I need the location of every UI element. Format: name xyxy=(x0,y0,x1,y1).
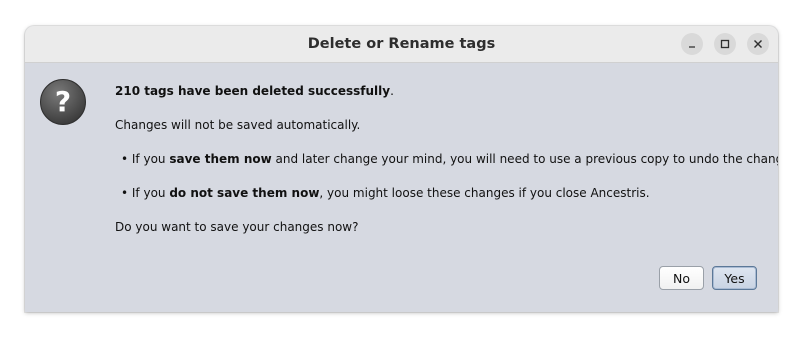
bullet-item: • If you save them now and later change … xyxy=(115,152,778,166)
yes-button[interactable]: Yes xyxy=(712,266,757,290)
question-mark-icon: ? xyxy=(40,79,86,125)
minimize-button[interactable] xyxy=(681,33,703,55)
bullet-bold-text: do not save them now xyxy=(169,186,320,200)
headline-tail: . xyxy=(390,84,394,98)
bullet-prefix: • If you xyxy=(121,186,170,200)
question-text: Do you want to save your changes now? xyxy=(115,220,359,234)
bullet-prefix: • If you xyxy=(121,152,170,166)
maximize-button[interactable] xyxy=(714,33,736,55)
bullet-bold-text: save them now xyxy=(169,152,272,166)
bullet-suffix: and later change your mind, you will nee… xyxy=(271,152,778,166)
maximize-icon xyxy=(720,39,730,49)
dialog-window: Delete or Rename tags ? 210 tags have be… xyxy=(25,26,778,312)
title-bar[interactable]: Delete or Rename tags xyxy=(25,26,778,63)
headline-bold-text: 210 tags have been deleted successfully xyxy=(115,84,391,98)
window-title: Delete or Rename tags xyxy=(307,36,496,52)
message-headline: 210 tags have been deleted successfully. xyxy=(115,84,394,98)
message-line: Changes will not be saved automatically. xyxy=(115,118,361,132)
window-controls xyxy=(681,33,769,55)
minimize-icon xyxy=(689,46,695,48)
close-icon xyxy=(754,40,762,48)
dialog-content: ? 210 tags have been deleted successfull… xyxy=(25,63,778,312)
close-button[interactable] xyxy=(747,33,769,55)
bullet-item: • If you do not save them now, you might… xyxy=(115,186,650,200)
bullet-suffix: , you might loose these changes if you c… xyxy=(319,186,650,200)
no-button[interactable]: No xyxy=(659,266,704,290)
svg-text:?: ? xyxy=(55,85,71,118)
